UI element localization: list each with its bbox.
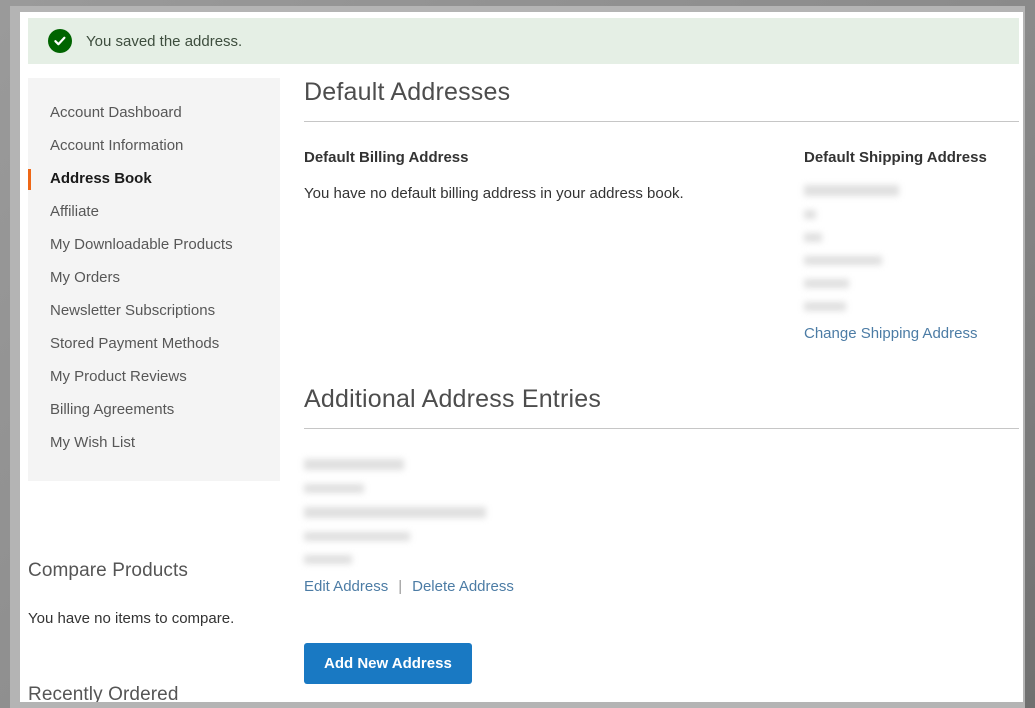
redacted-line	[304, 532, 410, 541]
sidebar-item-label: My Wish List	[50, 434, 136, 451]
default-addresses-columns: Default Billing Address You have no defa…	[304, 149, 1019, 343]
default-billing-address-column: Default Billing Address You have no defa…	[304, 149, 804, 343]
account-sidebar: Account Dashboard Account Information Ad…	[28, 78, 280, 481]
default-shipping-address-column: Default Shipping Address Change Shipping…	[804, 149, 1019, 343]
address-entry-redacted	[304, 459, 1019, 564]
default-billing-address-empty-text: You have no default billing address in y…	[304, 185, 684, 202]
sidebar-item-newsletter-subscriptions[interactable]: Newsletter Subscriptions	[28, 294, 280, 327]
sidebar-item-account-dashboard[interactable]: Account Dashboard	[28, 96, 280, 129]
default-addresses-title: Default Addresses	[304, 78, 511, 106]
delete-address-link[interactable]: Delete Address	[412, 578, 514, 595]
compare-products-title: Compare Products	[28, 560, 189, 581]
sidebar-item-my-product-reviews[interactable]: My Product Reviews	[28, 360, 280, 393]
redacted-line	[804, 279, 849, 288]
sidebar-item-my-wish-list[interactable]: My Wish List	[28, 426, 280, 459]
redacted-line	[804, 302, 846, 311]
redacted-line	[304, 459, 404, 470]
sidebar-item-billing-agreements[interactable]: Billing Agreements	[28, 393, 280, 426]
default-shipping-address-redacted	[804, 185, 1019, 311]
sidebar-item-affiliate[interactable]: Affiliate	[28, 195, 280, 228]
check-circle-icon	[48, 29, 72, 53]
recently-ordered-title: Recently Ordered	[28, 684, 179, 702]
compare-products-block: Compare Products You have no items to co…	[28, 560, 280, 627]
sidebar-item-label: My Orders	[50, 269, 121, 286]
sidebar-item-address-book[interactable]: Address Book	[28, 162, 280, 195]
additional-address-entries-section: Additional Address Entries Edit Address …	[304, 385, 1019, 684]
redacted-line	[304, 555, 352, 564]
sidebar-item-my-orders[interactable]: My Orders	[28, 261, 280, 294]
sidebar-item-label: Billing Agreements	[50, 401, 175, 418]
sidebar-item-label: Newsletter Subscriptions	[50, 302, 216, 319]
address-entry-actions: Edit Address | Delete Address	[304, 578, 1019, 595]
main-content: Default Addresses Default Billing Addres…	[304, 78, 1019, 684]
success-banner: You saved the address.	[28, 18, 1019, 64]
redacted-line	[304, 484, 364, 493]
sidebar-item-my-downloadable-products[interactable]: My Downloadable Products	[28, 228, 280, 261]
sidebar-item-account-information[interactable]: Account Information	[28, 129, 280, 162]
success-message: You saved the address.	[86, 32, 243, 50]
sidebar-item-label: Stored Payment Methods	[50, 335, 220, 352]
redacted-line	[804, 233, 822, 242]
redacted-line	[804, 210, 816, 219]
recently-ordered-block: Recently Ordered	[28, 684, 280, 702]
additional-title-divider	[304, 428, 1019, 429]
sidebar-item-label: My Downloadable Products	[50, 236, 233, 253]
redacted-line	[304, 507, 486, 518]
compare-products-empty-text: You have no items to compare.	[28, 610, 235, 627]
add-new-address-button[interactable]: Add New Address	[304, 643, 472, 684]
screenshot-frame: You saved the address. Account Dashboard…	[0, 0, 1035, 708]
edit-address-link[interactable]: Edit Address	[304, 578, 388, 595]
default-billing-address-heading: Default Billing Address	[304, 149, 469, 166]
sidebar-item-label: Account Information	[50, 137, 184, 154]
default-shipping-address-heading: Default Shipping Address	[804, 149, 987, 166]
sidebar-item-stored-payment-methods[interactable]: Stored Payment Methods	[28, 327, 280, 360]
change-shipping-address-link[interactable]: Change Shipping Address	[804, 325, 977, 342]
action-separator: |	[398, 578, 403, 595]
page-content: You saved the address. Account Dashboard…	[20, 12, 1023, 702]
title-divider	[304, 121, 1019, 122]
sidebar-item-label: Address Book	[50, 170, 152, 187]
sidebar-item-label: My Product Reviews	[50, 368, 187, 385]
redacted-line	[804, 256, 882, 265]
sidebar-item-label: Affiliate	[50, 203, 99, 220]
address-entry: Edit Address | Delete Address	[304, 459, 1019, 595]
sidebar-item-label: Account Dashboard	[50, 104, 182, 121]
redacted-line	[804, 185, 899, 196]
additional-address-entries-title: Additional Address Entries	[304, 385, 602, 413]
